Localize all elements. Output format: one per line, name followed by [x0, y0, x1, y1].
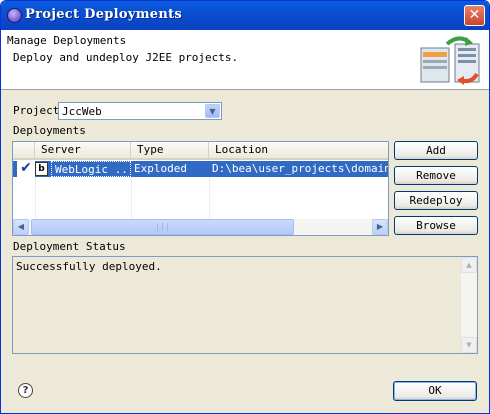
- deployment-status-label: Deployment Status: [13, 240, 126, 253]
- project-deployments-dialog: Project Deployments ✕ Manage Deployments…: [0, 0, 490, 414]
- scroll-left-icon[interactable]: ◀: [13, 219, 29, 235]
- redeploy-button[interactable]: Redeploy: [394, 191, 478, 210]
- project-value: JccWeb: [62, 105, 102, 118]
- table-header: Server Type Location: [13, 142, 388, 160]
- remove-button[interactable]: Remove: [394, 166, 478, 185]
- chevron-down-icon[interactable]: ▼: [205, 104, 220, 118]
- scroll-down-icon[interactable]: ▼: [461, 337, 477, 353]
- column-header-type[interactable]: Type: [131, 142, 209, 158]
- help-icon[interactable]: ?: [18, 383, 33, 398]
- window-title: Project Deployments: [25, 7, 183, 22]
- ok-button[interactable]: OK: [393, 381, 477, 401]
- status-message: Successfully deployed.: [16, 260, 162, 273]
- checkmark-icon[interactable]: ✔: [17, 160, 35, 177]
- deployments-table[interactable]: Server Type Location ✔ b WebLogic ... Ex…: [12, 141, 389, 236]
- banner-title: Manage Deployments: [7, 34, 127, 47]
- scrollbar-thumb[interactable]: |||: [31, 219, 294, 235]
- add-button[interactable]: Add: [394, 141, 478, 160]
- project-label: Project: [13, 104, 60, 117]
- deployment-status-area[interactable]: Successfully deployed. ▲ ▼: [12, 256, 478, 354]
- header-banner: Manage Deployments Deploy and undeploy J…: [1, 30, 489, 90]
- app-icon: [7, 8, 22, 23]
- grid-line: [209, 177, 210, 222]
- banner-description: Deploy and undeploy J2EE projects.: [13, 51, 239, 64]
- column-header-location[interactable]: Location: [209, 142, 388, 158]
- project-select[interactable]: JccWeb ▼: [58, 102, 222, 120]
- scroll-right-icon[interactable]: ▶: [372, 219, 388, 235]
- scroll-up-icon[interactable]: ▲: [461, 257, 477, 273]
- weblogic-server-icon: b: [35, 162, 48, 176]
- deploy-server-icon: [420, 36, 480, 85]
- server-cell: WebLogic ...: [51, 161, 131, 177]
- horizontal-scrollbar[interactable]: ◀ ||| ▶: [13, 219, 388, 235]
- title-bar[interactable]: Project Deployments ✕: [1, 1, 489, 30]
- grid-line: [35, 177, 36, 222]
- vertical-scrollbar[interactable]: ▲ ▼: [461, 257, 477, 353]
- deployments-label: Deployments: [13, 124, 86, 137]
- column-header-server[interactable]: Server: [35, 142, 131, 158]
- browse-button[interactable]: Browse: [394, 216, 478, 235]
- table-row[interactable]: ✔ b WebLogic ... Exploded D:\bea\user_pr…: [13, 160, 388, 177]
- location-cell: D:\bea\user_projects\domains\my: [212, 162, 388, 175]
- close-button[interactable]: ✕: [464, 5, 485, 26]
- column-header-check: [13, 142, 35, 158]
- type-cell: Exploded: [134, 162, 187, 175]
- grid-line: [131, 177, 132, 222]
